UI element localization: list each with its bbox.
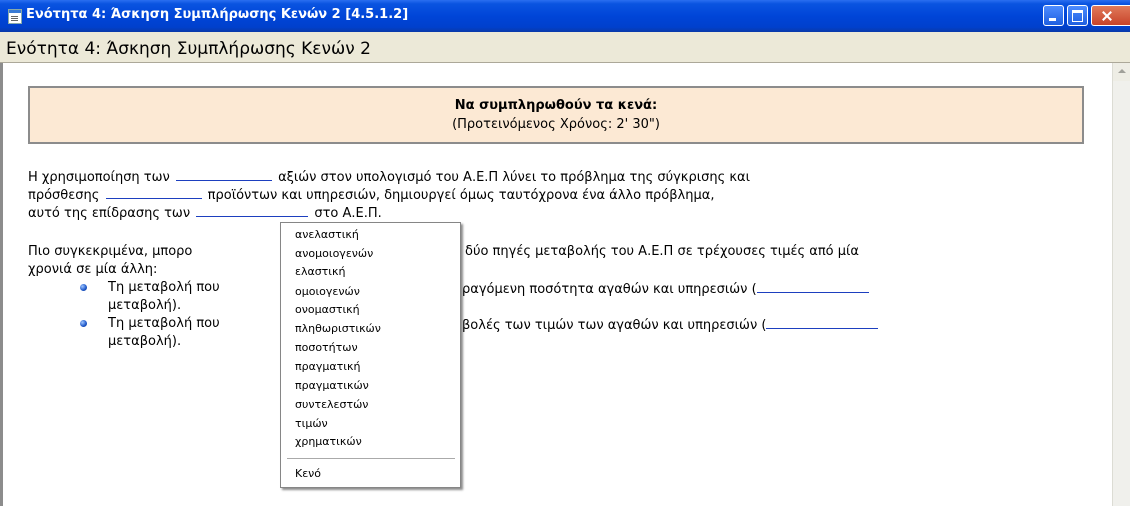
window-title: Ενότητα 4: Άσκηση Συμπλήρωσης Κενών 2 [4… [26,7,409,22]
bullet2-text-end: βολές των τιμών των αγαθών και υπηρεσιών… [462,316,879,334]
menu-option[interactable]: τιμών [295,417,328,430]
bullet-icon [80,320,87,327]
blank-field-3[interactable] [196,204,309,217]
menu-option[interactable]: ποσοτήτων [295,341,358,354]
window-app-icon [8,9,22,24]
text-segment: προϊόντων και υπηρεσιών, δημιουργεί όμως… [207,188,715,203]
text-segment: Η χρησιμοποίηση των [28,170,170,185]
text-segment: αξιών στον υπολογισμό του Α.Ε.Π λύνει το… [278,170,750,185]
maximize-button[interactable] [1067,5,1088,26]
menu-option[interactable]: πληθωριστικών [295,322,381,335]
menu-option[interactable]: συντελεστών [295,398,368,411]
menu-option[interactable]: χρηματικών [295,435,362,448]
paragraph2-line1b: δύο πηγές μεταβολής του Α.Ε.Π σε τρέχουσ… [465,244,859,259]
bullet2-text-continued: μεταβολή). [108,334,182,349]
menu-option[interactable]: ελαστική [295,265,345,278]
blank-field-2[interactable] [105,186,202,199]
close-button[interactable] [1091,5,1130,26]
instructions-box: Να συμπληρωθούν τα κενά: (Προτεινόμενος … [28,86,1084,144]
exercise-header-title: Ενότητα 4: Άσκηση Συμπλήρωσης Κενών 2 [6,39,371,59]
menu-option[interactable]: ονομαστική [295,303,360,316]
left-frame-border [0,63,3,506]
text-segment: ραγόμενη ποσότητα αγαθών και υπηρεσιών ( [462,282,757,297]
paragraph1-line3: αυτό της επίδρασης των στο Α.Ε.Π. [28,204,382,222]
bullet-icon [80,284,87,291]
instructions-heading: Να συμπληρωθούν τα κενά: [454,98,658,113]
paragraph1-line2: πρόσθεσης προϊόντων και υπηρεσιών, δημιο… [28,186,714,204]
menu-option[interactable]: ομοιογενών [295,285,360,298]
menu-option[interactable]: πραγματικών [295,379,369,392]
menu-option[interactable]: ανελαστική [295,228,359,241]
scroll-up-arrow-icon[interactable] [1113,63,1130,81]
menu-option[interactable]: πραγματική [295,360,360,373]
menu-option[interactable]: ανομοιογενών [295,247,373,260]
blank-field-4[interactable] [756,280,869,293]
window-titlebar[interactable]: Ενότητα 4: Άσκηση Συμπλήρωσης Κενών 2 [4… [0,0,1130,32]
text-segment: στο Α.Ε.Π. [314,206,382,221]
suggested-time: (Προτεινόμενος Χρόνος: 2' 30") [452,117,660,132]
minimize-button[interactable] [1043,5,1064,26]
blank-field-1[interactable] [175,168,272,181]
blank-field-5[interactable] [766,316,879,329]
menu-option-empty[interactable]: Κενό [295,467,321,480]
vertical-scrollbar[interactable] [1112,63,1130,506]
menu-separator [287,458,455,459]
exercise-header: Ενότητα 4: Άσκηση Συμπλήρωσης Κενών 2 [0,32,1130,63]
text-segment: αυτό της επίδρασης των [28,206,191,221]
bullet1-text-start: Τη μεταβολή που [108,280,220,295]
bullet1-text-end: ραγόμενη ποσότητα αγαθών και υπηρεσιών ( [462,280,869,298]
bullet2-text-start: Τη μεταβολή που [108,316,220,331]
text-segment: πρόσθεσης [28,188,100,203]
paragraph2-line2: χρονιά σε μία άλλη: [28,262,158,277]
paragraph2-line1a: Πιο συγκεκριμένα, μπορο [28,244,193,259]
text-segment: βολές των τιμών των αγαθών και υπηρεσιών… [462,318,767,333]
bullet1-text-continued: μεταβολή). [108,298,182,313]
word-choice-menu[interactable]: ανελαστική ανομοιογενών ελαστική ομοιογε… [280,222,461,488]
paragraph1-line1: Η χρησιμοποίηση των αξιών στον υπολογισμ… [28,168,750,186]
